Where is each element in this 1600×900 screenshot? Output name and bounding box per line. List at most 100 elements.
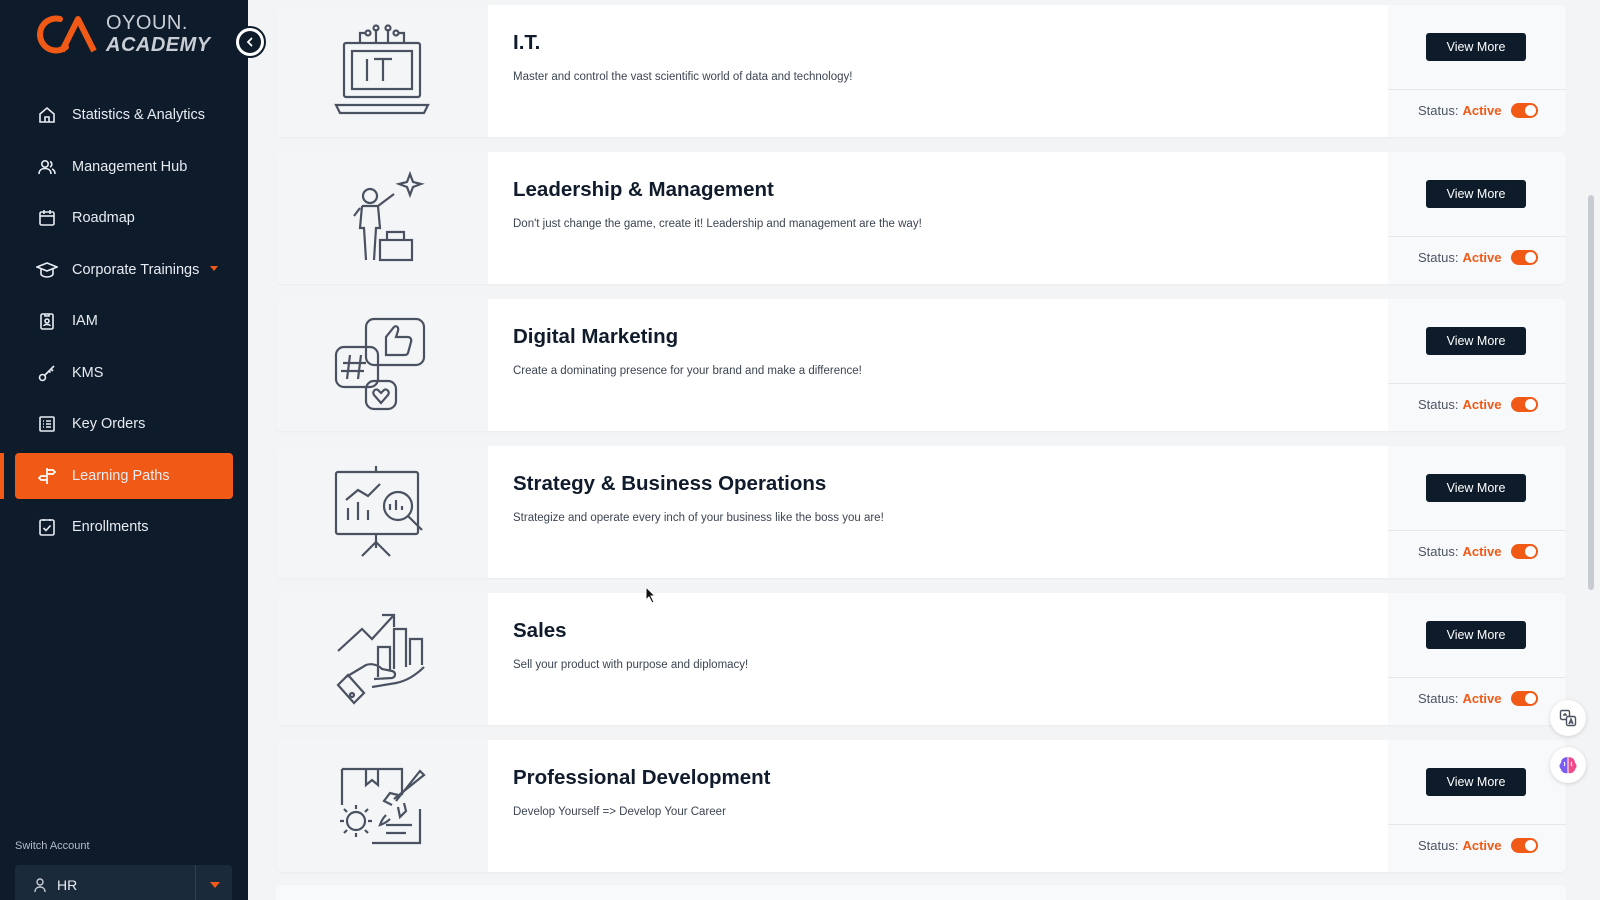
status-row: Status: Active [1418,691,1538,706]
learning-path-card: Professional Development Develop Yoursel… [276,740,1566,872]
key-icon [36,362,58,384]
rocket-gear-icon [340,767,426,845]
sidebar-item-label: Enrollments [72,519,149,535]
status-toggle[interactable] [1510,103,1538,118]
learning-path-card: Digital Marketing Create a dominating pr… [276,299,1566,431]
status-label: Status: [1418,103,1459,118]
leader-podium-icon [353,170,425,262]
badge-icon [36,310,58,332]
status-value: Active [1462,397,1502,412]
sidebar-item-key-orders[interactable]: Key Orders [0,401,248,447]
status-row: Status: Active [1418,103,1538,118]
ai-assistant-button[interactable] [1550,747,1586,783]
learning-path-card: Leadership & Management Don't just chang… [276,152,1566,284]
sidebar-item-corporate-trainings[interactable]: Corporate Trainings [0,247,248,293]
sidebar-item-management-hub[interactable]: Management Hub [0,144,248,190]
status-label: Status: [1418,691,1459,706]
social-media-icon [334,317,426,411]
sidebar-item-kms[interactable]: KMS [0,350,248,396]
status-toggle[interactable] [1510,691,1538,706]
view-more-button[interactable]: View More [1426,180,1526,208]
view-more-button[interactable]: View More [1426,327,1526,355]
card-description: Don't just change the game, create it! L… [513,218,922,230]
sidebar-item-label: KMS [72,364,104,381]
status-value: Active [1462,838,1502,853]
chevron-down-icon[interactable] [210,882,220,888]
sidebar-item-iam[interactable]: IAM [0,298,248,344]
it-laptop-icon [334,24,430,115]
card-title: Sales [513,619,567,642]
status-toggle[interactable] [1510,838,1538,853]
sidebar-nav: Statistics & Analytics Management Hub Ro… [0,92,248,556]
card-title: I.T. [513,31,541,54]
switch-account-label: Switch Account [15,840,90,852]
view-more-button[interactable]: View More [1426,621,1526,649]
status-row: Status: Active [1418,544,1538,559]
sidebar: OYOUN. ACADEMY Statistics & Analytics Ma… [0,0,248,900]
sidebar-item-learning-paths[interactable]: Learning Paths [0,452,233,499]
sidebar-item-label: Statistics & Analytics [72,107,205,123]
scrollbar-thumb[interactable] [1588,195,1594,590]
status-value: Active [1462,250,1502,265]
sidebar-item-label: IAM [72,313,98,329]
card-description: Develop Yourself => Develop Your Career [513,806,726,818]
status-row: Status: Active [1418,250,1538,265]
status-label: Status: [1418,250,1459,265]
sales-growth-icon [336,613,425,705]
status-value: Active [1462,103,1502,118]
learning-path-card: Sales Sell your product with purpose and… [276,593,1566,725]
status-value: Active [1462,544,1502,559]
status-label: Status: [1418,397,1459,412]
sidebar-item-label: Roadmap [72,210,135,226]
card-description: Master and control the vast scientific w… [513,71,853,83]
view-more-button[interactable]: View More [1426,33,1526,61]
brand-logo[interactable]: OYOUN. ACADEMY [36,12,211,56]
translate-icon [1559,709,1577,727]
translate-button[interactable] [1550,700,1586,736]
chevron-left-icon [246,37,253,47]
status-toggle[interactable] [1510,544,1538,559]
status-toggle[interactable] [1510,250,1538,265]
brand-line2: ACADEMY [106,34,211,56]
learning-path-card [276,885,1566,900]
learning-path-card: I.T. Master and control the vast scienti… [276,5,1566,137]
account-select[interactable]: HR [15,865,232,900]
sidebar-item-label: Key Orders [72,416,146,432]
sidebar-item-roadmap[interactable]: Roadmap [0,195,248,241]
status-label: Status: [1418,544,1459,559]
users-icon [36,156,58,178]
user-icon [34,878,46,893]
card-title: Digital Marketing [513,325,679,348]
learning-path-card: Strategy & Business Operations Strategiz… [276,446,1566,578]
checklist-icon [36,516,58,538]
sidebar-item-statistics-analytics[interactable]: Statistics & Analytics [0,92,248,138]
view-more-button[interactable]: View More [1426,768,1526,796]
graduation-cap-icon [36,259,58,281]
status-value: Active [1462,691,1502,706]
status-row: Status: Active [1418,397,1538,412]
chevron-down-icon[interactable] [210,265,218,271]
sidebar-item-label: Management Hub [72,158,188,175]
card-title: Leadership & Management [513,178,774,201]
card-description: Strategize and operate every inch of you… [513,512,884,524]
brain-icon [1559,757,1577,774]
card-description: Create a dominating presence for your br… [513,365,862,377]
sidebar-item-enrollments[interactable]: Enrollments [0,504,248,550]
mouse-cursor-icon [645,586,657,604]
strategy-board-icon [334,466,423,557]
card-title: Strategy & Business Operations [513,472,827,495]
card-title: Professional Development [513,766,771,789]
account-value: HR [57,877,78,893]
brand-line1: OYOUN. [106,12,188,34]
collapse-sidebar-button[interactable] [234,26,266,58]
status-toggle[interactable] [1510,397,1538,412]
card-description: Sell your product with purpose and diplo… [513,659,749,671]
status-row: Status: Active [1418,838,1538,853]
signpost-icon [36,465,58,487]
view-more-button[interactable]: View More [1426,474,1526,502]
learning-paths-list: I.T. Master and control the vast scienti… [248,0,1600,900]
status-label: Status: [1418,838,1459,853]
oyoun-logo-icon [37,15,97,54]
sidebar-item-label: Corporate Trainings [72,261,200,278]
sidebar-item-label: Learning Paths [72,467,170,484]
